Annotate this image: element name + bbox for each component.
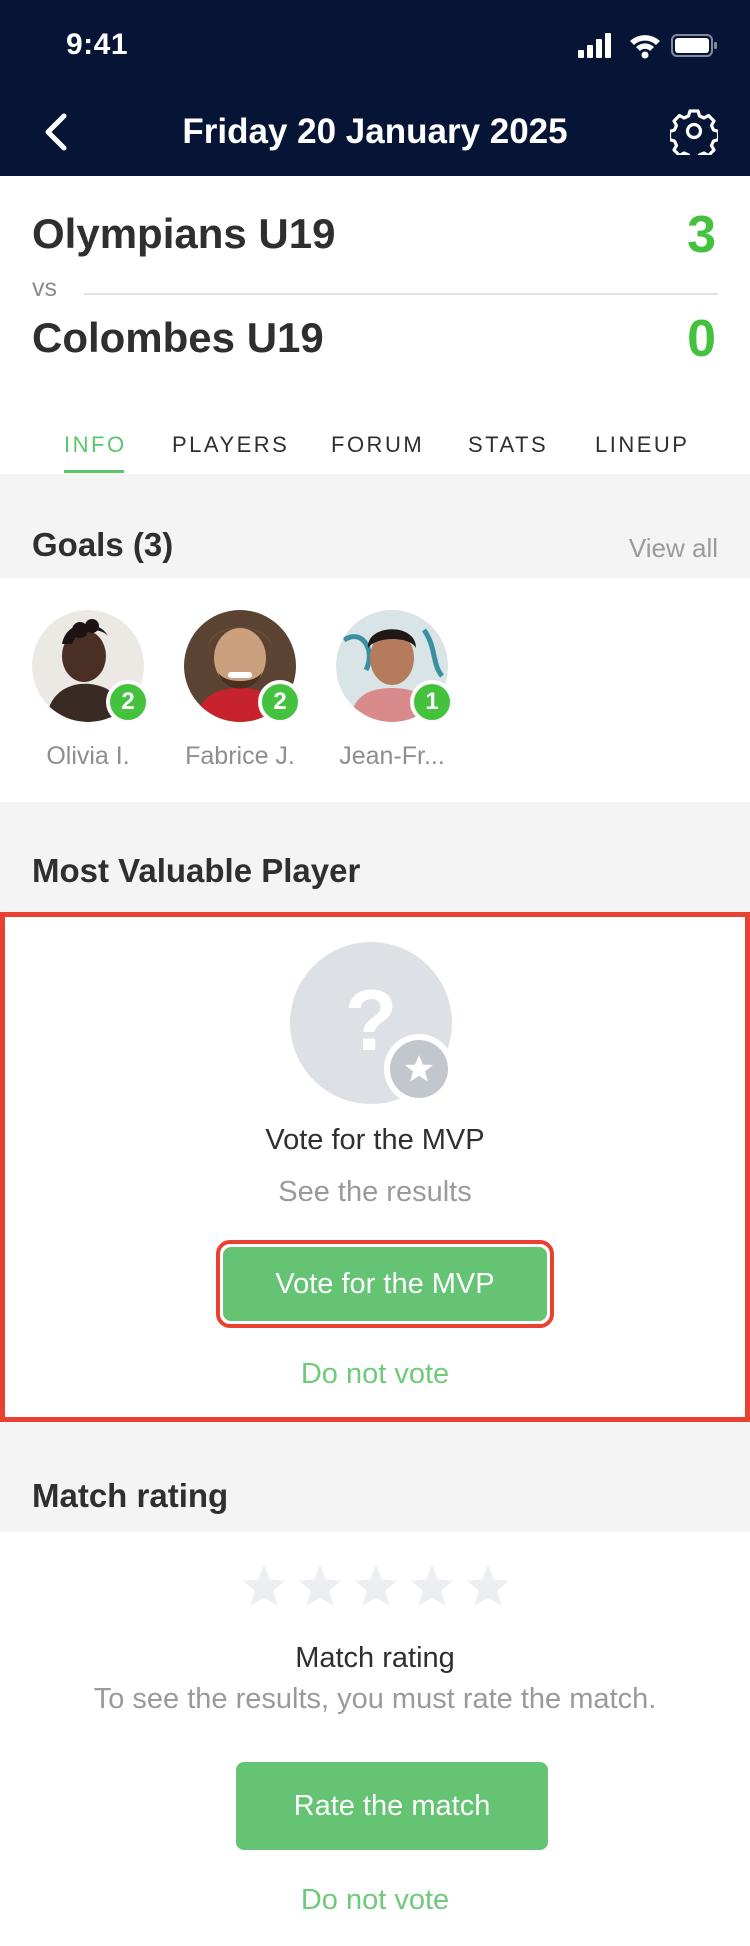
active-tab-indicator [64, 470, 124, 473]
rating-section-title: Match rating [32, 1477, 229, 1514]
scorer-name: Fabrice J. [185, 742, 295, 770]
away-team-name: Colombes U19 [32, 314, 324, 361]
gear-icon [670, 109, 718, 155]
goal-count-badge: 1 [410, 680, 454, 724]
star-icon[interactable] [240, 1562, 288, 1610]
star-icon[interactable] [464, 1562, 512, 1610]
mvp-section-title: Most Valuable Player [32, 852, 361, 889]
rate-match-button[interactable]: Rate the match [236, 1762, 548, 1850]
mvp-star-badge [384, 1034, 454, 1104]
rating-subtitle: To see the results, you must rate the ma… [93, 1683, 657, 1715]
star-icon[interactable] [296, 1562, 344, 1610]
signal-icon [578, 33, 611, 58]
status-time: 9:41 [66, 28, 129, 61]
app-header: 9:41 Friday 20 January 2025 [0, 0, 750, 176]
scorer-name: Jean-Fr... [339, 742, 445, 770]
battery-icon [671, 34, 717, 57]
star-rating[interactable] [240, 1562, 510, 1610]
goals-section-title: Goals (3) [32, 526, 174, 563]
mvp-do-not-vote-link[interactable]: Do not vote [0, 1358, 750, 1391]
wifi-icon [630, 35, 660, 59]
mvp-title: Vote for the MVP [265, 1124, 485, 1156]
page-title: Friday 20 January 2025 [182, 112, 568, 151]
away-team-score: 0 [687, 310, 716, 368]
star-icon[interactable] [408, 1562, 456, 1610]
star-icon [405, 1055, 433, 1082]
vote-mvp-button[interactable]: Vote for the MVP [223, 1247, 547, 1321]
tab-players[interactable]: PLAYERS [172, 432, 289, 458]
scorer-name: Olivia I. [46, 742, 130, 770]
settings-button[interactable] [670, 107, 718, 155]
tab-lineup[interactable]: LINEUP [595, 432, 689, 458]
tab-bar: INFO PLAYERS FORUM STATS LINEUP [0, 420, 750, 474]
star-icon[interactable] [352, 1562, 400, 1610]
status-icons [578, 33, 717, 59]
tab-forum[interactable]: FORUM [331, 432, 424, 458]
goal-count-badge: 2 [106, 680, 150, 724]
vs-label: vs [32, 274, 57, 302]
rating-do-not-vote-link[interactable]: Do not vote [0, 1884, 750, 1917]
view-all-link[interactable]: View all [629, 533, 718, 564]
rating-title: Match rating [295, 1642, 455, 1674]
tab-stats[interactable]: STATS [468, 432, 548, 458]
vs-divider [84, 293, 718, 295]
home-team-score: 3 [687, 206, 716, 264]
home-team-name: Olympians U19 [32, 210, 336, 257]
goal-count-badge: 2 [258, 680, 302, 724]
mvp-see-results[interactable]: See the results [0, 1176, 750, 1209]
tab-info[interactable]: INFO [64, 432, 127, 458]
